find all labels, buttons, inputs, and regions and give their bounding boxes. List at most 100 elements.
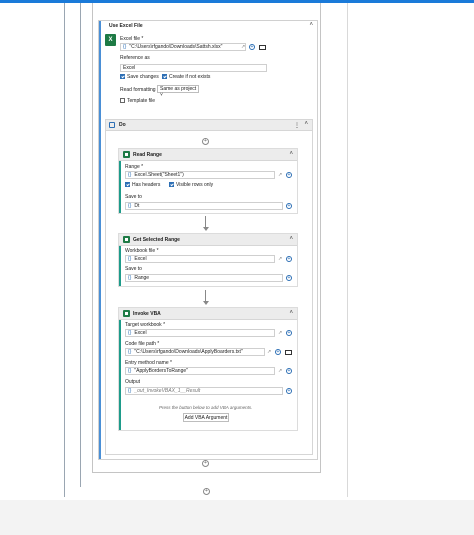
- output-input[interactable]: {} _out_InvokeVBAX_1__Result: [125, 387, 283, 395]
- range-input[interactable]: {} Excel.Sheet("Sheet1"): [125, 171, 275, 179]
- workbook-file-input[interactable]: {} Excel: [125, 255, 275, 263]
- read-range-header: Read Range ˄: [119, 149, 297, 161]
- target-workbook-plus-icon[interactable]: +: [286, 330, 292, 336]
- expression-icon: {}: [128, 349, 132, 355]
- get-selected-range-save-to-input[interactable]: {} Range: [125, 274, 283, 282]
- get-selected-range-save-to-plus-icon[interactable]: +: [286, 275, 292, 281]
- reference-as-label: Reference as: [120, 55, 150, 61]
- save-changes-label: Save changes: [127, 74, 159, 80]
- more-options-icon[interactable]: ⋮: [294, 122, 300, 129]
- entry-method-plus-icon[interactable]: +: [286, 368, 292, 374]
- read-range-title: Read Range: [133, 152, 162, 158]
- template-file-label: Template file: [127, 98, 156, 104]
- range-plus-icon[interactable]: +: [286, 172, 292, 178]
- bottom-panel: [0, 500, 474, 535]
- add-activity-bottom-icon[interactable]: +: [203, 488, 210, 495]
- expression-icon: {}: [128, 256, 132, 262]
- visible-rows-checkbox[interactable]: [169, 182, 174, 187]
- entry-method-value: "ApplyBordersToRange": [134, 368, 188, 374]
- output-label: Output: [125, 379, 141, 385]
- get-selected-range-activity[interactable]: Get Selected Range ˄ Workbook file * {} E…: [118, 233, 298, 287]
- excel-file-input[interactable]: {} "C:\Users\rfgando\Downloads\Sattsh.xls…: [120, 43, 246, 51]
- chevron-down-icon: ˅: [160, 92, 163, 98]
- outer-guide-line-2: [80, 3, 81, 487]
- workbook-file-label: Workbook file *: [125, 248, 159, 254]
- template-file-checkbox[interactable]: [120, 98, 125, 103]
- output-value: _out_InvokeVBAX_1__Result: [134, 388, 201, 394]
- entry-method-expand-icon[interactable]: ↗: [278, 368, 282, 374]
- expression-icon: {}: [128, 172, 132, 178]
- add-vba-argument-button[interactable]: Add VBA Argument: [183, 413, 229, 422]
- do-title: Do: [119, 122, 126, 128]
- sequence-border-right: [320, 3, 321, 473]
- outer-guide-line: [64, 3, 65, 497]
- flow-arrowhead-1: [203, 227, 209, 231]
- add-activity-scope-icon[interactable]: +: [202, 460, 209, 467]
- get-selected-range-save-to-label: Save to: [125, 266, 142, 272]
- excel-logo-icon: X: [105, 34, 116, 46]
- visible-rows-label: Visible rows only: [176, 182, 214, 188]
- target-workbook-input[interactable]: {} Excel: [125, 329, 275, 337]
- flow-arrowhead-2: [203, 301, 209, 305]
- get-selected-range-save-to-value: Range: [134, 275, 150, 281]
- target-workbook-label: Target workbook *: [125, 322, 166, 328]
- code-file-path-value: "C:\Users\rfgando\Downloads\ApplyBoarder…: [134, 349, 243, 355]
- code-file-path-plus-icon[interactable]: +: [275, 349, 281, 355]
- read-formatting-label: Read formatting: [120, 87, 156, 93]
- excel-file-label: Excel file *: [120, 36, 144, 42]
- expression-icon: {}: [128, 368, 132, 374]
- add-activity-top-icon[interactable]: +: [202, 138, 209, 145]
- excel-file-plus-icon[interactable]: +: [249, 44, 255, 50]
- expression-icon: {}: [123, 44, 127, 50]
- get-selected-range-collapse-icon[interactable]: ˄: [289, 236, 293, 242]
- do-sequence[interactable]: Do ⋮ ˄ + Read Range ˄ Range * {} Excel.Sh…: [105, 119, 313, 455]
- scope-collapse-icon[interactable]: ˄: [309, 22, 313, 28]
- read-range-collapse-icon[interactable]: ˄: [289, 151, 293, 157]
- sequence-icon: [109, 122, 115, 128]
- code-file-path-folder-icon[interactable]: [285, 350, 292, 355]
- expression-icon: {}: [128, 388, 132, 394]
- workbook-file-expand-icon[interactable]: ↗: [278, 256, 282, 262]
- reference-as-value: Excel: [123, 65, 136, 71]
- vba-arguments-hint: Press the button below to add VBA argume…: [159, 405, 253, 410]
- target-workbook-expand-icon[interactable]: ↗: [278, 330, 282, 336]
- excel-icon: [123, 151, 130, 158]
- expression-icon: {}: [128, 203, 132, 209]
- has-headers-checkbox[interactable]: [125, 182, 130, 187]
- output-plus-icon[interactable]: +: [286, 388, 292, 394]
- excel-icon: [123, 310, 130, 317]
- get-selected-range-title: Get Selected Range: [133, 237, 180, 243]
- reference-as-input[interactable]: Excel: [120, 64, 267, 72]
- right-guide-line: [347, 3, 348, 497]
- range-value: Excel.Sheet("Sheet1"): [134, 172, 184, 178]
- invoke-vba-header: Invoke VBA ˄: [119, 308, 297, 320]
- code-file-path-label: Code file path *: [125, 341, 160, 347]
- excel-file-expand-icon[interactable]: ↗: [241, 44, 245, 50]
- read-range-save-to-label: Save to: [125, 194, 142, 200]
- code-file-path-expand-icon[interactable]: ↗: [267, 349, 271, 355]
- read-formatting-select[interactable]: Same as project ˅: [157, 85, 199, 98]
- invoke-vba-title: Invoke VBA: [133, 311, 161, 317]
- save-changes-checkbox[interactable]: [120, 74, 125, 79]
- do-collapse-icon[interactable]: ˄: [304, 121, 308, 127]
- range-expand-icon[interactable]: ↗: [278, 172, 282, 178]
- expression-icon: {}: [128, 275, 132, 281]
- read-range-activity[interactable]: Read Range ˄ Range * {} Excel.Sheet("Shee…: [118, 148, 298, 214]
- code-file-path-input[interactable]: {} "C:\Users\rfgando\Downloads\ApplyBoard…: [125, 348, 265, 356]
- read-range-save-to-value: Dt: [134, 203, 140, 209]
- target-workbook-value: Excel: [134, 330, 147, 336]
- create-if-not-exists-checkbox[interactable]: [162, 74, 167, 79]
- top-accent-bar: [0, 0, 474, 3]
- read-range-save-to-input[interactable]: {} Dt: [125, 202, 283, 210]
- read-range-save-to-plus-icon[interactable]: +: [286, 203, 292, 209]
- use-excel-file-scope[interactable]: Use Excel File ˄ X Excel file * {} "C:\Us…: [98, 20, 318, 467]
- excel-icon: [123, 236, 130, 243]
- excel-file-folder-icon[interactable]: [259, 45, 266, 50]
- invoke-vba-activity[interactable]: Invoke VBA ˄ Target workbook * {} Excel ↗…: [118, 307, 298, 431]
- sequence-border-bottom: [92, 472, 321, 473]
- has-headers-label: Has headers: [132, 182, 161, 188]
- entry-method-input[interactable]: {} "ApplyBordersToRange": [125, 367, 275, 375]
- workbook-file-plus-icon[interactable]: +: [286, 256, 292, 262]
- range-label: Range *: [125, 164, 144, 170]
- invoke-vba-collapse-icon[interactable]: ˄: [289, 310, 293, 316]
